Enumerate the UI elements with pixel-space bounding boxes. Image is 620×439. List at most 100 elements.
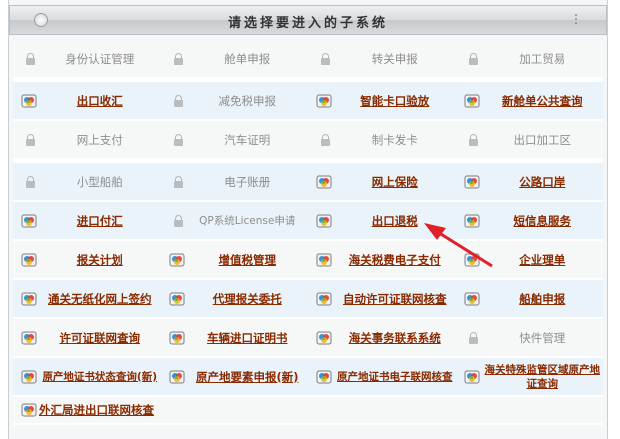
lock-icon <box>173 214 183 227</box>
subsystem-item[interactable]: 公路口岸 <box>456 163 604 200</box>
subsystem-label[interactable]: 船舶申报 <box>482 292 604 306</box>
system-app-icon <box>21 253 37 266</box>
subsystem-row: 外汇局进出口联网核查 <box>13 397 603 425</box>
subsystem-label[interactable]: 外汇局进出口联网核查 <box>39 403 154 417</box>
menu-grip-icon: ⋮ <box>570 12 582 26</box>
lock-icon <box>468 133 478 146</box>
subsystem-label[interactable]: 海关特殊监管区域原产地证查询 <box>482 363 604 391</box>
lock-icon <box>26 175 35 188</box>
lock-icon <box>468 52 478 65</box>
subsystem-item[interactable]: 报关计划 <box>13 241 161 278</box>
subsystem-item[interactable]: 原产地证书电子联网核查 <box>308 358 456 395</box>
subsystem-item[interactable]: 新舱单公共查询 <box>456 82 604 119</box>
subsystem-row: 小型船舶 电子账册 网上保险 公路口岸 <box>13 163 603 202</box>
lock-icon <box>173 94 183 107</box>
subsystem-item[interactable]: 进口付汇 <box>13 202 161 239</box>
system-app-icon <box>464 370 479 383</box>
subsystem-item: 出口加工区 <box>456 121 604 158</box>
subsystem-label: 加工贸易 <box>519 51 566 66</box>
subsystem-label: 制卡发卡 <box>371 132 418 147</box>
subsystem-item[interactable]: 短信息服务 <box>456 202 604 239</box>
lock-icon <box>468 331 478 344</box>
subsystem-item[interactable]: 智能卡口验放 <box>308 82 456 119</box>
subsystem-label[interactable]: 自动许可证联网核查 <box>334 292 456 306</box>
subsystem-label[interactable]: 原产地证书状态查询(新) <box>39 370 161 384</box>
subsystem-label[interactable]: 新舱单公共查询 <box>482 94 604 108</box>
subsystem-item[interactable]: 网上保险 <box>308 163 456 200</box>
subsystem-item: 电子账册 <box>161 163 309 200</box>
subsystem-label: 减免税申报 <box>218 93 277 108</box>
subsystem-label[interactable]: 进口付汇 <box>39 214 161 228</box>
subsystem-label[interactable]: 代理报关委托 <box>187 292 309 306</box>
subsystem-row: 网上支付 汽车证明 制卡发卡 出口加工区 <box>13 121 603 163</box>
subsystem-item[interactable]: 海关事务联系系统 <box>308 319 456 356</box>
subsystem-label[interactable]: 智能卡口验放 <box>334 94 456 108</box>
subsystem-item[interactable]: 外汇局进出口联网核查 <box>13 397 161 423</box>
subsystem-label[interactable]: 短信息服务 <box>482 214 604 228</box>
subsystem-item[interactable]: 自动许可证联网核查 <box>308 280 456 317</box>
subsystem-label: 转关申报 <box>371 51 418 66</box>
system-app-icon <box>316 175 332 188</box>
subsystem-item[interactable]: 出口收汇 <box>13 82 161 119</box>
subsystem-label[interactable]: 企业理单 <box>482 253 604 267</box>
subsystem-panel: 请选择要进入的子系统 ⋮ 身份认证管理 舱单申报 转关申报 加工贸易 出口收汇 减免税申报… <box>8 0 608 439</box>
subsystem-label[interactable]: 出口收汇 <box>39 94 161 108</box>
subsystem-item: QP系统License申请 <box>161 202 309 239</box>
lock-icon <box>173 133 183 146</box>
subsystem-item: 小型船舶 <box>13 163 161 200</box>
system-app-icon <box>169 370 184 383</box>
subsystem-label[interactable]: 报关计划 <box>39 253 161 267</box>
subsystem-item: 身份认证管理 <box>13 40 161 77</box>
lock-icon <box>173 52 183 65</box>
subsystem-item: 转关申报 <box>308 40 456 77</box>
system-app-icon <box>169 292 184 305</box>
subsystem-item[interactable]: 海关特殊监管区域原产地证查询 <box>456 358 604 395</box>
system-app-icon <box>316 94 332 107</box>
page-title: 请选择要进入的子系统 <box>227 16 388 31</box>
subsystem-item[interactable]: 原产地要素申报(新) <box>161 358 309 395</box>
subsystem-item[interactable]: 出口退税 <box>308 202 456 239</box>
subsystem-label[interactable]: 车辆进口证明书 <box>187 331 309 345</box>
subsystem-label[interactable]: 海关事务联系系统 <box>334 331 456 345</box>
subsystem-label: 出口加工区 <box>513 132 572 147</box>
subsystem-label[interactable]: 海关税费电子支付 <box>334 253 456 267</box>
subsystem-label[interactable]: 许可证联网查询 <box>39 331 161 345</box>
subsystem-label[interactable]: 出口退税 <box>334 214 456 228</box>
subsystem-label[interactable]: 网上保险 <box>334 175 456 189</box>
panel-header: 请选择要进入的子系统 ⋮ <box>9 5 607 35</box>
subsystem-item[interactable]: 海关税费电子支付 <box>308 241 456 278</box>
subsystem-label: QP系统License申请 <box>199 214 296 227</box>
system-app-icon <box>464 253 479 266</box>
system-app-icon <box>316 253 332 266</box>
subsystem-label: 快件管理 <box>519 330 566 345</box>
subsystem-label: 汽车证明 <box>224 132 271 147</box>
subsystem-label[interactable]: 通关无纸化网上签约 <box>39 292 161 306</box>
subsystem-item[interactable]: 企业理单 <box>456 241 604 278</box>
subsystem-item[interactable]: 通关无纸化网上签约 <box>13 280 161 317</box>
subsystem-label[interactable]: 原产地要素申报(新) <box>187 370 309 384</box>
subsystem-label[interactable]: 公路口岸 <box>482 175 604 189</box>
subsystem-label: 网上支付 <box>76 132 123 147</box>
subsystem-item: 汽车证明 <box>161 121 309 158</box>
subsystem-label[interactable]: 原产地证书电子联网核查 <box>334 370 456 384</box>
subsystem-label: 电子账册 <box>224 174 271 189</box>
subsystem-row: 许可证联网查询 车辆进口证明书 海关事务联系系统 快件管理 <box>13 319 603 358</box>
system-app-icon <box>21 214 37 227</box>
system-app-icon <box>464 292 479 305</box>
subsystem-item[interactable]: 代理报关委托 <box>161 280 309 317</box>
subsystem-label[interactable]: 增值税管理 <box>187 253 309 267</box>
system-app-icon <box>21 370 37 383</box>
subsystem-item[interactable]: 船舶申报 <box>456 280 604 317</box>
system-app-icon <box>21 292 37 305</box>
subsystem-item[interactable]: 增值税管理 <box>161 241 309 278</box>
subsystem-item: 加工贸易 <box>456 40 604 77</box>
subsystem-item: 网上支付 <box>13 121 161 158</box>
lock-icon <box>26 133 35 146</box>
subsystem-label: 小型船舶 <box>76 174 123 189</box>
system-app-icon <box>316 370 332 383</box>
subsystem-item[interactable]: 车辆进口证明书 <box>161 319 309 356</box>
system-app-icon <box>21 331 37 344</box>
subsystem-item[interactable]: 许可证联网查询 <box>13 319 161 356</box>
system-app-icon <box>316 292 332 305</box>
subsystem-item[interactable]: 原产地证书状态查询(新) <box>13 358 161 395</box>
